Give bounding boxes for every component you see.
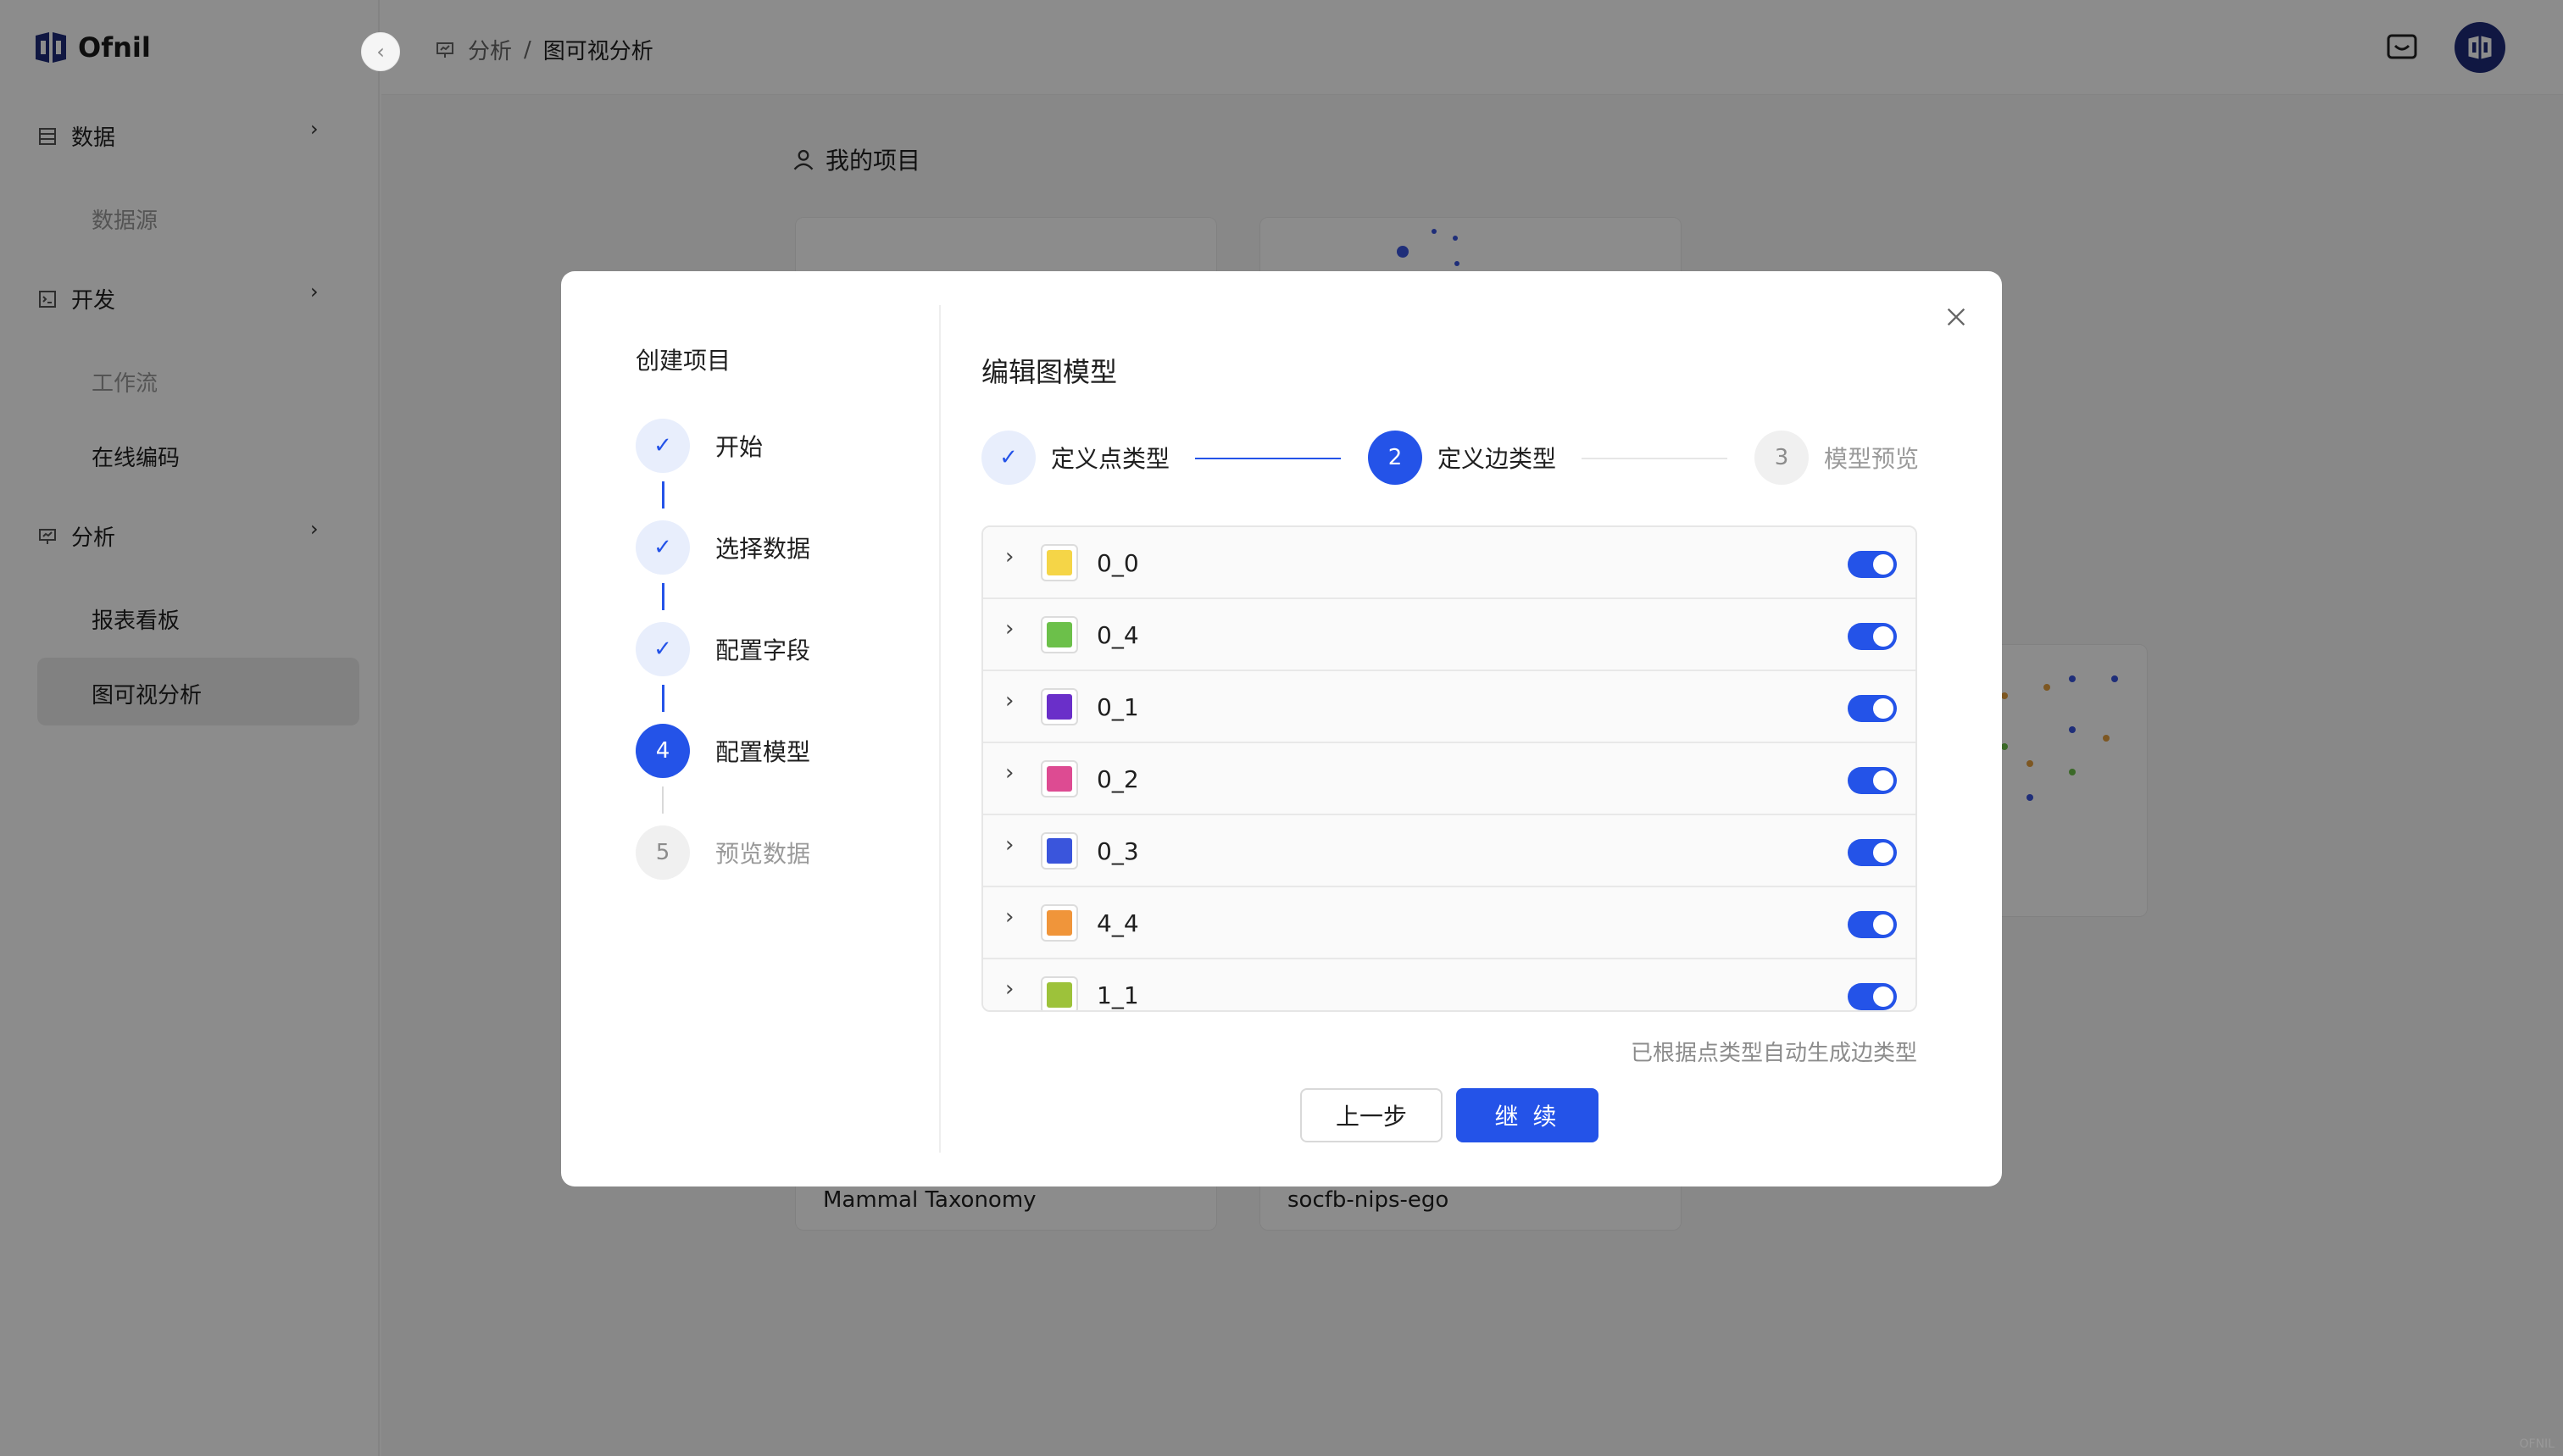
- edge-type-name: 0_1: [1097, 693, 1139, 721]
- chevron-right-icon[interactable]: ›: [1005, 976, 1014, 1002]
- wizard-step-label: 配置模型: [715, 738, 811, 766]
- wizard-step-label: 预览数据: [715, 840, 811, 868]
- chevron-right-icon[interactable]: ›: [1005, 544, 1014, 570]
- color-picker[interactable]: [1041, 760, 1078, 797]
- edge-type-row[interactable]: › 0_4: [983, 599, 1915, 671]
- check-icon: ✓: [636, 622, 690, 676]
- edge-type-row[interactable]: › 4_4: [983, 887, 1915, 959]
- modal-divider: [939, 305, 941, 1153]
- wizard-step-connector: [662, 481, 664, 508]
- wizard-step-label: 开始: [715, 433, 764, 461]
- color-swatch: [1047, 766, 1072, 792]
- enable-toggle[interactable]: [1848, 839, 1897, 866]
- chevron-right-icon[interactable]: ›: [1005, 760, 1014, 786]
- continue-button[interactable]: 继 续: [1456, 1088, 1598, 1142]
- check-icon: ✓: [636, 520, 690, 575]
- color-picker[interactable]: [1041, 544, 1078, 581]
- edge-type-name: 0_2: [1097, 765, 1139, 793]
- chevron-right-icon[interactable]: ›: [1005, 688, 1014, 714]
- substep-label: 定义边类型: [1437, 445, 1557, 473]
- check-icon: ✓: [636, 419, 690, 473]
- substep-model-preview: 3 模型预览: [1754, 431, 1919, 485]
- edge-type-name: 0_4: [1097, 621, 1139, 649]
- edge-type-name: 0_3: [1097, 837, 1139, 865]
- enable-toggle[interactable]: [1848, 695, 1897, 722]
- color-picker[interactable]: [1041, 904, 1078, 942]
- check-icon: ✓: [981, 431, 1036, 485]
- edge-type-row[interactable]: › 1_1: [983, 959, 1915, 1010]
- edge-type-name: 0_0: [1097, 549, 1139, 577]
- substep-connector: [1582, 458, 1727, 459]
- close-icon[interactable]: [1941, 302, 1971, 332]
- wizard-step-start: ✓ 开始: [636, 419, 763, 473]
- color-picker[interactable]: [1041, 832, 1078, 870]
- wizard-step-number: 5: [636, 825, 690, 880]
- auto-generated-hint: 已根据点类型自动生成边类型: [1630, 1041, 1917, 1066]
- wizard-step-preview-data: 5 预览数据: [636, 825, 810, 880]
- chevron-right-icon[interactable]: ›: [1005, 832, 1014, 858]
- enable-toggle[interactable]: [1848, 623, 1897, 650]
- enable-toggle[interactable]: [1848, 983, 1897, 1010]
- wizard-step-select-data: ✓ 选择数据: [636, 520, 810, 575]
- chevron-right-icon[interactable]: ›: [1005, 904, 1014, 930]
- edit-graph-model-title: 编辑图模型: [981, 356, 1118, 388]
- wizard-step-config-model: 4 配置模型: [636, 724, 810, 778]
- substep-number: 3: [1754, 431, 1809, 485]
- wizard-step-number: 4: [636, 724, 690, 778]
- previous-step-button[interactable]: 上一步: [1300, 1088, 1443, 1142]
- substep-define-vertex: ✓ 定义点类型: [981, 431, 1170, 485]
- enable-toggle[interactable]: [1848, 911, 1897, 938]
- edge-type-row[interactable]: › 0_1: [983, 671, 1915, 743]
- wizard-step-label: 配置字段: [715, 636, 811, 664]
- edge-type-row[interactable]: › 0_2: [983, 743, 1915, 815]
- wizard-step-label: 选择数据: [715, 535, 811, 563]
- app-root: Ofnil 数据 › 数据源 开发 › 工作流 在线编码 分析 › 报表看板 图…: [0, 0, 2563, 1456]
- wizard-step-connector: [662, 786, 664, 814]
- corner-watermark: OFNIL: [2519, 1437, 2555, 1451]
- color-picker[interactable]: [1041, 616, 1078, 653]
- edge-type-row[interactable]: › 0_0: [983, 527, 1915, 599]
- substep-connector: [1195, 458, 1341, 459]
- edge-type-name: 4_4: [1097, 909, 1139, 937]
- wizard-step-connector: [662, 583, 664, 610]
- substep-define-edge: 2 定义边类型: [1368, 431, 1556, 485]
- color-swatch: [1047, 694, 1072, 720]
- color-picker[interactable]: [1041, 976, 1078, 1010]
- color-swatch: [1047, 838, 1072, 864]
- chevron-right-icon[interactable]: ›: [1005, 616, 1014, 642]
- color-swatch: [1047, 622, 1072, 647]
- color-swatch: [1047, 550, 1072, 575]
- wizard-step-connector: [662, 685, 664, 712]
- enable-toggle[interactable]: [1848, 551, 1897, 578]
- sidebar-collapse-button[interactable]: ‹: [361, 32, 400, 71]
- color-swatch: [1047, 910, 1072, 936]
- wizard-step-config-fields: ✓ 配置字段: [636, 622, 810, 676]
- color-picker[interactable]: [1041, 688, 1078, 725]
- substep-number: 2: [1368, 431, 1422, 485]
- edge-type-name: 1_1: [1097, 981, 1139, 1009]
- substep-label: 模型预览: [1824, 445, 1920, 473]
- edge-type-list[interactable]: › 0_0 › 0_4 › 0_1 › 0_2 › 0_3 › 4_4 › 1_…: [981, 525, 1917, 1012]
- edge-type-row[interactable]: › 0_3: [983, 815, 1915, 887]
- substep-label: 定义点类型: [1051, 445, 1170, 473]
- wizard-title: 创建项目: [636, 347, 731, 375]
- enable-toggle[interactable]: [1848, 767, 1897, 794]
- color-swatch: [1047, 982, 1072, 1008]
